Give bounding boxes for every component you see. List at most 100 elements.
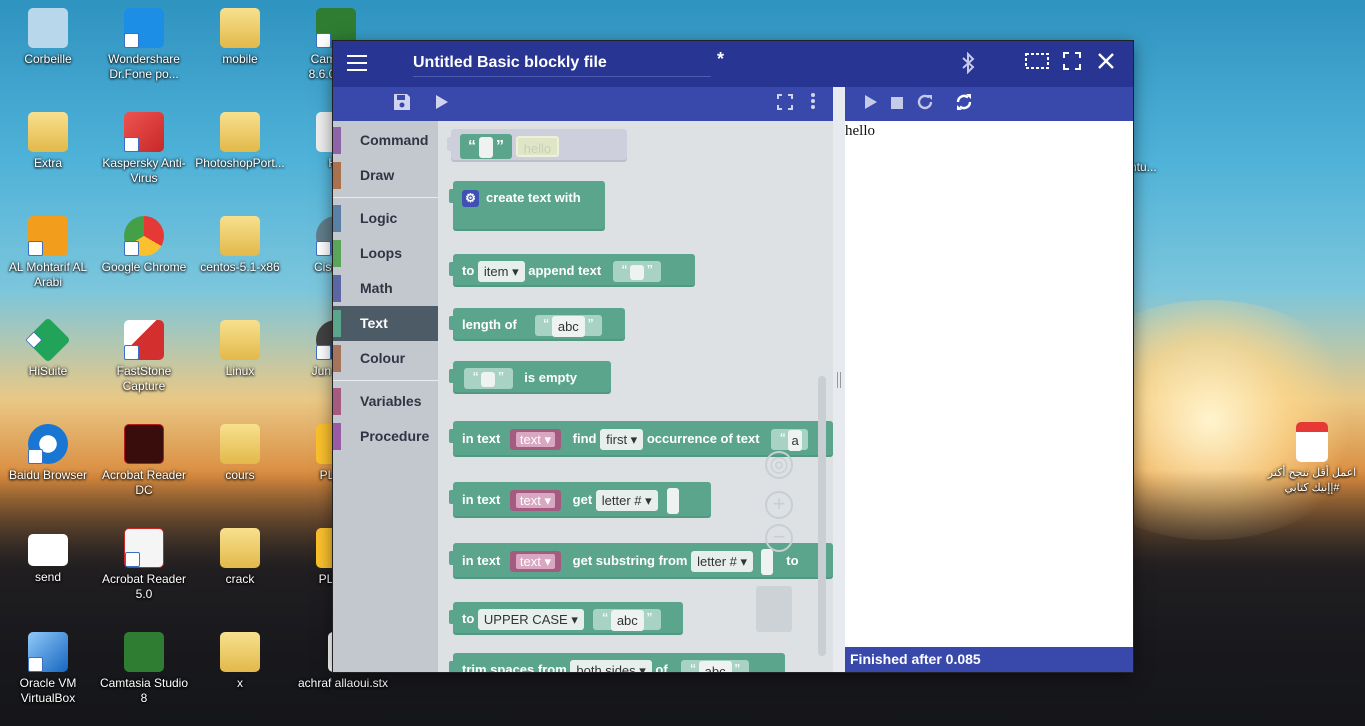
hamburger-menu-icon[interactable]: [347, 55, 367, 71]
stop-icon[interactable]: [885, 92, 909, 116]
block-trim-spaces[interactable]: trim spaces from both sides ▾ of “abc”: [449, 653, 785, 672]
number-input-slot[interactable]: [667, 487, 680, 514]
text-input-empty[interactable]: [630, 265, 645, 281]
desktop-icon-drfone[interactable]: Wondershare Dr.Fone po...: [96, 8, 192, 82]
restart-icon[interactable]: [913, 92, 937, 116]
desktop-icon-mobile[interactable]: mobile: [192, 8, 288, 67]
category-text[interactable]: Text: [333, 306, 438, 341]
desktop-icon-crack[interactable]: crack: [192, 528, 288, 587]
desktop-icon-virtualbox[interactable]: Oracle VM VirtualBox: [0, 632, 96, 706]
zoom-in-icon[interactable]: +: [765, 491, 793, 519]
category-logic[interactable]: Logic: [333, 201, 438, 236]
block-append-text[interactable]: to item ▾ append text “”: [449, 254, 695, 287]
block-label: to: [786, 553, 799, 568]
dropdown-value: UPPER CASE: [483, 612, 568, 628]
recenter-icon[interactable]: ◎: [765, 451, 793, 479]
desktop-icon-partial[interactable]: ntu...: [1130, 160, 1170, 175]
desktop-icon-centos[interactable]: centos-5.1-x86: [192, 216, 288, 275]
variable-dropdown[interactable]: item ▾: [477, 261, 525, 283]
filename-field[interactable]: Untitled Basic blockly file: [413, 49, 711, 77]
desktop-icon-chrome[interactable]: Google Chrome: [96, 216, 192, 275]
desktop-icon-kaspersky[interactable]: Kaspersky Anti-Virus: [96, 112, 192, 186]
expand-editor-icon[interactable]: [773, 92, 797, 116]
first-last-dropdown[interactable]: first ▾: [600, 429, 644, 451]
desktop-icon-linux[interactable]: Linux: [192, 320, 288, 379]
flyout-scrollbar[interactable]: [818, 376, 826, 656]
category-colour[interactable]: Colour: [333, 341, 438, 376]
text-literal-slot[interactable]: “abc”: [681, 660, 749, 672]
block-change-case[interactable]: to UPPER CASE ▾ “abc”: [449, 602, 683, 635]
variable-text-block[interactable]: text ▾: [509, 551, 562, 573]
substring-from-dropdown[interactable]: letter # ▾: [691, 551, 754, 573]
category-draw[interactable]: Draw: [333, 158, 438, 193]
save-icon[interactable]: [390, 92, 414, 116]
desktop-icon-photoshop-portable[interactable]: PhotoshopPort...: [192, 112, 288, 171]
desktop-icon-label: AL Mohtarif AL Arabi: [8, 260, 88, 289]
desktop-icon-acrobat-dc[interactable]: Acrobat Reader DC: [96, 424, 192, 498]
trash-can-icon[interactable]: [756, 586, 792, 632]
desktop-icon-camtasia-studio[interactable]: Camtasia Studio 8: [96, 632, 192, 706]
text-input-abc[interactable]: abc: [698, 661, 732, 672]
desktop-icon-send[interactable]: send: [0, 528, 96, 585]
text-input-abc[interactable]: abc: [551, 316, 585, 338]
mutator-gear-icon[interactable]: ⚙: [462, 190, 479, 208]
desktop-icon-x[interactable]: x: [192, 632, 288, 691]
text-literal-slot[interactable]: “abc”: [534, 315, 603, 338]
variable-name: item: [483, 264, 509, 280]
category-math[interactable]: Math: [333, 271, 438, 306]
output-toolbar: [845, 87, 1133, 121]
block-create-text-with[interactable]: ⚙ create text with: [449, 181, 605, 231]
pane-splitter[interactable]: [833, 87, 845, 672]
block-text-literal[interactable]: “”: [460, 134, 512, 160]
desktop-icon-extra[interactable]: Extra: [0, 112, 96, 171]
variable-text-block[interactable]: text ▾: [509, 429, 562, 451]
trim-side-dropdown[interactable]: both sides ▾: [570, 660, 652, 672]
hisuite-icon: [25, 317, 71, 363]
desktop-icon-cours[interactable]: cours: [192, 424, 288, 483]
text-input-empty[interactable]: [481, 372, 496, 388]
desktop-icon-faststone[interactable]: FastStone Capture: [96, 320, 192, 394]
desktop-icon-mohtarif[interactable]: AL Mohtarif AL Arabi: [0, 216, 96, 290]
text-input-partial[interactable]: a: [788, 430, 802, 452]
window-mode-icon[interactable]: [1025, 52, 1049, 76]
pdf-icon: [1296, 422, 1328, 462]
folder-icon: [28, 112, 68, 152]
category-variables[interactable]: Variables: [333, 384, 438, 419]
more-vert-icon[interactable]: [801, 92, 825, 116]
block-get-letter[interactable]: in text text ▾ get letter # ▾: [449, 482, 711, 518]
run-icon[interactable]: [429, 92, 453, 116]
category-color-stripe: [333, 388, 341, 415]
block-text-join-faded[interactable]: “” hello: [447, 129, 627, 162]
desktop-icon-corbeille[interactable]: Corbeille: [0, 8, 96, 67]
case-dropdown[interactable]: UPPER CASE ▾: [477, 609, 584, 631]
text-input-empty[interactable]: [479, 137, 493, 159]
text-input-hello[interactable]: hello: [515, 136, 560, 158]
number-input-slot[interactable]: [760, 548, 773, 575]
text-literal-slot[interactable]: “abc”: [593, 609, 662, 632]
desktop-icon-label: Corbeille: [24, 52, 72, 66]
text-literal-slot[interactable]: “”: [612, 261, 662, 283]
desktop-icon-acrobat-5[interactable]: Acrobat Reader 5.0: [96, 528, 192, 602]
desktop-icon-pdf[interactable]: اعمل أقل تنجح أكثر إإنيك كتابي#: [1262, 422, 1362, 496]
category-loops[interactable]: Loops: [333, 236, 438, 271]
desktop-icon-label: Kaspersky Anti-Virus: [102, 156, 186, 185]
fullscreen-icon[interactable]: [1060, 52, 1084, 76]
close-icon[interactable]: [1094, 52, 1118, 76]
text-input-abc[interactable]: abc: [610, 610, 644, 632]
sync-icon[interactable]: [952, 92, 976, 116]
desktop-icon-baidu[interactable]: Baidu Browser: [0, 424, 96, 483]
play-icon[interactable]: [858, 92, 882, 116]
text-literal-slot[interactable]: “a: [771, 429, 808, 452]
variable-text-block[interactable]: text ▾: [509, 490, 562, 512]
category-command[interactable]: Command: [333, 123, 438, 158]
block-length-of[interactable]: length of “abc”: [449, 308, 625, 341]
zoom-out-icon[interactable]: −: [765, 524, 793, 552]
category-procedure[interactable]: Procedure: [333, 419, 438, 454]
letter-mode-dropdown[interactable]: letter # ▾: [595, 490, 658, 512]
text-literal-slot[interactable]: “”: [464, 368, 513, 390]
bluetooth-icon[interactable]: [956, 51, 980, 76]
folder-icon: [220, 424, 260, 464]
desktop-icon-hisuite[interactable]: HiSuite: [0, 317, 96, 379]
block-is-empty[interactable]: “” is empty: [449, 361, 611, 394]
baidu-icon: [28, 424, 68, 464]
